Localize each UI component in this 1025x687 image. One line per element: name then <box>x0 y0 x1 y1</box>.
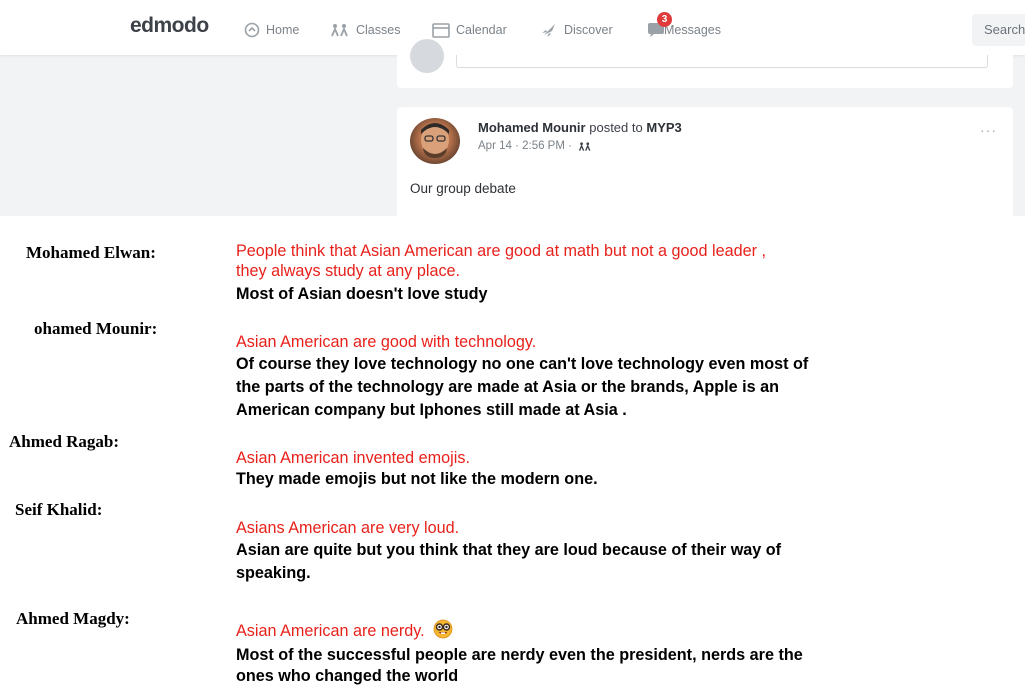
posted-to-text: posted to <box>589 120 643 135</box>
claim-text: People think that Asian American are goo… <box>236 242 767 260</box>
debater-name: Ahmed Magdy: <box>16 609 130 628</box>
search-input[interactable]: Search <box>972 14 1025 46</box>
post-header: Mohamed Mounir posted to MYP3 <box>478 120 682 135</box>
edmodo-logo[interactable]: edmodo <box>130 14 209 38</box>
classes-icon <box>578 141 591 151</box>
post-card: Mohamed Mounir posted to MYP3 Apr 14 · 2… <box>397 107 1013 216</box>
claim-text: Asian American are nerdy. <box>236 622 425 640</box>
calendar-icon <box>432 23 450 38</box>
claim-text: they always study at any place. <box>236 262 461 280</box>
composer-input[interactable] <box>456 55 988 68</box>
nav-classes-label: Classes <box>356 23 401 37</box>
nav-classes[interactable]: Classes <box>330 20 400 40</box>
edmodo-screenshot: edmodo Home Classes Calendar Discover Me… <box>0 0 1025 216</box>
response-text: Most of the successful people are nerdy … <box>236 646 803 664</box>
response-text: They made emojis but not like the modern… <box>236 470 598 488</box>
debater-name: ohamed Mounir: <box>34 319 158 338</box>
post-text: Our group debate <box>410 181 516 196</box>
nav-discover[interactable]: Discover <box>540 20 613 40</box>
nav-home[interactable]: Home <box>244 20 299 40</box>
nav-messages-label: Messages <box>664 23 721 37</box>
claim-text: Asian American invented emojis. <box>236 449 470 467</box>
classes-icon <box>331 24 348 37</box>
more-options-icon[interactable]: ··· <box>980 122 997 138</box>
post-group[interactable]: MYP3 <box>646 120 681 135</box>
user-photo-icon <box>421 123 449 158</box>
nav-home-label: Home <box>266 23 300 37</box>
nav-discover-label: Discover <box>564 23 613 37</box>
nerd-face-emoji-icon <box>433 619 453 639</box>
rocket-icon <box>542 24 555 37</box>
debater-name: Ahmed Ragab: <box>9 432 120 451</box>
post-meta: Apr 14 · 2:56 PM · <box>478 140 592 152</box>
debater-name: Mohamed Elwan: <box>26 243 156 262</box>
response-text: the parts of the technology are made at … <box>236 378 779 396</box>
avatar[interactable] <box>410 118 460 164</box>
response-text: ones who changed the world <box>236 667 459 685</box>
debater-name: Seif Khalid: <box>15 500 103 519</box>
home-icon <box>244 22 260 38</box>
post-timestamp: Apr 14 · 2:56 PM · <box>478 140 572 152</box>
claim-text: Asian American are good with technology. <box>236 333 537 351</box>
nav-calendar[interactable]: Calendar <box>432 20 507 40</box>
post-author[interactable]: Mohamed Mounir <box>478 120 586 135</box>
messages-count-badge: 3 <box>657 12 672 27</box>
avatar <box>410 39 444 73</box>
response-text: Most of Asian doesn't love study <box>236 285 488 303</box>
claim-text: Asians American are very loud. <box>236 519 460 537</box>
response-text: speaking. <box>236 564 311 582</box>
claim-line: Asian American are nerdy. <box>236 619 453 642</box>
top-navigation-bar: edmodo Home Classes Calendar Discover Me… <box>0 0 1025 55</box>
post-composer <box>397 39 1013 88</box>
nav-calendar-label: Calendar <box>456 23 507 37</box>
response-text: American company but Iphones still made … <box>236 401 627 419</box>
response-text: Of course they love technology no one ca… <box>236 355 809 373</box>
response-text: Asian are quite but you think that they … <box>236 541 782 559</box>
